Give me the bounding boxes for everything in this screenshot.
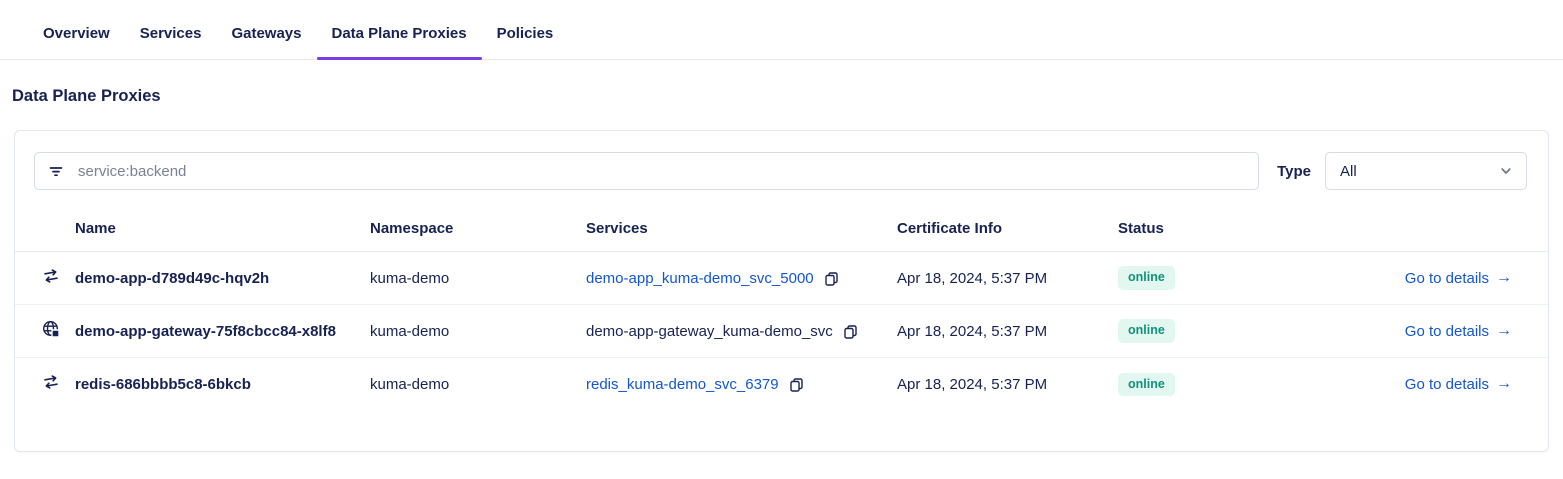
- proxy-name: redis-686bbbb5c8-6bkcb: [75, 357, 370, 411]
- arrow-right-icon: →: [1496, 322, 1512, 339]
- column-header-name: Name: [75, 208, 370, 252]
- copy-icon[interactable]: [824, 271, 839, 286]
- type-select-value: All: [1340, 162, 1357, 180]
- go-to-details-link[interactable]: Go to details →: [1405, 323, 1512, 340]
- table-header-row: Name Namespace Services Certificate Info…: [15, 208, 1548, 252]
- arrow-right-icon: →: [1496, 375, 1512, 393]
- certificate-info: Apr 18, 2024, 5:37 PM: [897, 304, 1118, 358]
- tab-bar: Overview Services Gateways Data Plane Pr…: [0, 0, 1563, 60]
- tab-data-plane-proxies[interactable]: Data Plane Proxies: [316, 0, 482, 60]
- chevron-down-icon: [1499, 164, 1513, 178]
- column-header-namespace: Namespace: [370, 208, 586, 252]
- go-to-details-link[interactable]: Go to details →: [1405, 376, 1512, 393]
- column-header-certificate-info: Certificate Info: [897, 208, 1118, 252]
- type-select[interactable]: All: [1325, 152, 1527, 190]
- table-row: demo-app-gateway-75f8cbcc84-x8lf8 kuma-d…: [15, 304, 1548, 358]
- tab-overview[interactable]: Overview: [28, 0, 125, 59]
- status-badge: online: [1118, 372, 1175, 396]
- certificate-info: Apr 18, 2024, 5:37 PM: [897, 357, 1118, 411]
- column-header-actions: [1288, 208, 1548, 252]
- proxy-arrows-icon: [41, 266, 61, 286]
- gateway-globe-icon: [41, 319, 61, 339]
- table-row: redis-686bbbb5c8-6bkcb kuma-demo redis_k…: [15, 357, 1548, 411]
- arrow-right-icon: →: [1496, 269, 1512, 286]
- search-input[interactable]: [76, 161, 1247, 181]
- page-title: Data Plane Proxies: [12, 87, 161, 105]
- filter-icon: [47, 162, 65, 180]
- proxy-arrows-icon: [41, 372, 61, 392]
- data-plane-proxies-card: Type All Name Namespace Services: [14, 130, 1549, 452]
- proxy-name: demo-app-gateway-75f8cbcc84-x8lf8: [75, 304, 370, 358]
- column-header-services: Services: [586, 208, 897, 252]
- filter-row: Type All: [15, 131, 1548, 190]
- tab-services[interactable]: Services: [125, 0, 217, 59]
- column-header-status: Status: [1118, 208, 1288, 252]
- copy-icon[interactable]: [789, 377, 804, 392]
- status-badge: online: [1118, 319, 1175, 343]
- proxy-namespace: kuma-demo: [370, 269, 450, 287]
- service-link[interactable]: redis_kuma-demo_svc_6379: [586, 376, 779, 393]
- proxy-table: Name Namespace Services Certificate Info…: [15, 208, 1548, 411]
- copy-icon[interactable]: [843, 324, 858, 339]
- certificate-info: Apr 18, 2024, 5:37 PM: [897, 269, 1048, 287]
- type-filter-label: Type: [1277, 162, 1311, 180]
- proxy-namespace: kuma-demo: [370, 304, 586, 358]
- proxy-namespace: kuma-demo: [370, 357, 586, 411]
- go-to-details-link[interactable]: Go to details →: [1405, 270, 1512, 287]
- service-name: demo-app-gateway_kuma-demo_svc: [586, 322, 833, 340]
- column-header-icon: [15, 208, 75, 252]
- search-box[interactable]: [34, 152, 1260, 190]
- tab-gateways[interactable]: Gateways: [216, 0, 316, 59]
- status-badge: online: [1118, 266, 1175, 290]
- proxy-name: demo-app-d789d49c-hqv2h: [75, 269, 270, 287]
- table-row: demo-app-d789d49c-hqv2h kuma-demo demo-a…: [15, 252, 1548, 305]
- service-link[interactable]: demo-app_kuma-demo_svc_5000: [586, 270, 814, 287]
- tab-policies[interactable]: Policies: [482, 0, 569, 59]
